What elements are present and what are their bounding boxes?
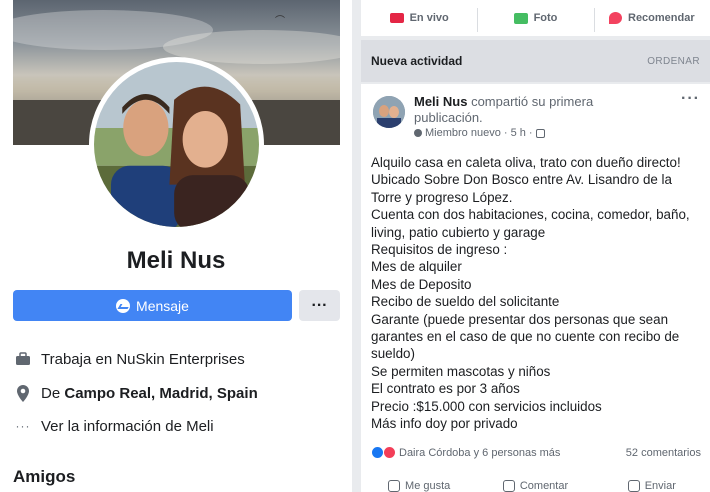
post-author-avatar[interactable] (373, 96, 405, 128)
composer-bar: En vivo Foto Recomendar (361, 0, 710, 36)
post-actions: Me gusta Comentar Enviar (361, 480, 710, 492)
post-options-button[interactable]: ··· (681, 90, 700, 108)
reactions-summary[interactable]: Daira Córdoba y 6 personas más (371, 446, 560, 459)
profile-photo-image (94, 62, 259, 227)
post-meta-text: Miembro nuevo · 5 h · (425, 127, 533, 139)
location-info: De Campo Real, Madrid, Spain (13, 384, 258, 402)
thumbs-up-icon (388, 480, 401, 492)
more-options-button[interactable]: ··· (299, 290, 340, 321)
post-line: Torre y progreso López. (371, 189, 513, 205)
work-info: Trabaja en NuSkin Enterprises (13, 350, 245, 368)
message-button[interactable]: Mensaje (13, 290, 292, 321)
post-meta: Miembro nuevo · 5 h · (414, 127, 545, 139)
post-line: Garante (puede presentar dos personas qu… (371, 311, 669, 327)
feed-header: Nueva actividad ORDENAR (361, 40, 710, 82)
briefcase-icon (13, 350, 33, 368)
share-button[interactable]: Enviar (594, 480, 710, 492)
live-video-label: En vivo (409, 12, 449, 24)
post-line: garantes en el caso de que no cuente con… (371, 329, 680, 345)
more-dots-icon: ··· (15, 419, 31, 433)
photo-button[interactable]: Foto (477, 8, 593, 32)
post-line: Mes de Deposito (371, 276, 472, 292)
new-member-icon (414, 129, 422, 137)
photo-icon (513, 12, 528, 24)
comments-count[interactable]: 52 comentarios (626, 447, 701, 459)
profile-panel: ⌒ Meli Nus Mensaje ··· Trabaja en NuSkin… (0, 0, 352, 492)
post-line: Precio :$15.000 con servicios incluidos (371, 398, 602, 414)
recommend-label: Recomendar (628, 12, 695, 24)
post-line: Más info doy por privado (371, 416, 518, 432)
share-label: Enviar (644, 480, 676, 492)
like-button[interactable]: Me gusta (361, 480, 477, 492)
location-link[interactable]: Campo Real, Madrid, Spain (64, 385, 257, 402)
live-video-button[interactable]: En vivo (361, 12, 477, 24)
photo-label: Foto (533, 12, 558, 24)
post-line: Se permiten mascotas y niños (371, 363, 551, 379)
sort-button[interactable]: ORDENAR (647, 56, 700, 67)
reactions-bar: Daira Córdoba y 6 personas más 52 coment… (371, 446, 701, 459)
post-action-text: compartió su primera (467, 94, 594, 109)
see-info-link[interactable]: ··· Ver la información de Meli (13, 417, 214, 435)
recommend-icon (609, 12, 622, 24)
post-line: Cuenta con dos habitaciones, cocina, com… (371, 207, 690, 223)
see-info-text: Ver la información de Meli (41, 417, 214, 435)
post-line: sueldo) (371, 346, 415, 362)
post-card: Meli Nus compartió su primera publicació… (361, 84, 710, 492)
post-line: living, patio cubierto y garage (371, 224, 546, 240)
post-header: Meli Nus compartió su primera publicació… (414, 94, 674, 126)
comment-icon (502, 480, 515, 492)
globe-icon (535, 128, 545, 138)
work-text: Trabaja en NuSkin Enterprises (41, 350, 245, 368)
like-label: Me gusta (405, 480, 451, 492)
post-line: Alquilo casa en caleta oliva, trato con … (371, 155, 681, 170)
post-action-text-2: publicación. (414, 110, 483, 125)
messenger-icon (116, 298, 131, 313)
message-button-label: Mensaje (136, 297, 189, 314)
comment-label: Comentar (519, 480, 569, 492)
reactions-text: Daira Córdoba y 6 personas más (399, 446, 561, 459)
location-pin-icon (13, 384, 33, 402)
profile-name: Meli Nus (126, 247, 226, 274)
post-line: Requisitos de ingreso : (371, 242, 508, 258)
friends-section-title: Amigos (13, 467, 76, 486)
love-reaction-icon (383, 446, 396, 459)
post-line: El contrato es por 3 años (371, 381, 520, 397)
post-body: Alquilo casa en caleta oliva, trato con … (371, 154, 706, 433)
profile-avatar[interactable] (89, 57, 264, 232)
post-line: Mes de alquiler (371, 259, 462, 275)
post-line: Recibo de sueldo del solicitante (371, 294, 560, 310)
comment-button[interactable]: Comentar (477, 480, 593, 492)
live-video-icon (389, 13, 404, 23)
post-line: Ubicado Sobre Don Bosco entre Av. Lisand… (371, 172, 672, 188)
bird-icon: ⌒ (275, 16, 285, 27)
feed-panel: En vivo Foto Recomendar Nueva actividad … (361, 0, 710, 492)
recommend-button[interactable]: Recomendar (593, 8, 710, 32)
feed-title: Nueva actividad (371, 54, 463, 68)
location-prefix: De (41, 384, 61, 402)
share-icon (627, 480, 640, 492)
post-author-name[interactable]: Meli Nus (414, 94, 467, 109)
